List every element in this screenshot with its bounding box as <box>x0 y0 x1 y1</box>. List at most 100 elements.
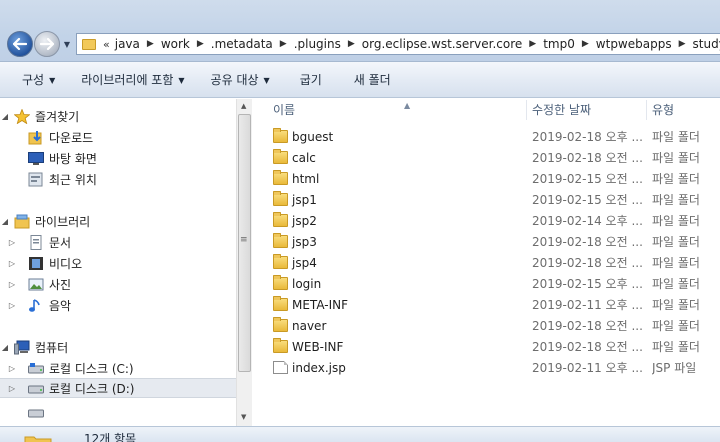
chevron-down-icon: ▼ <box>49 76 56 85</box>
file-name: login <box>292 277 322 291</box>
include-library-label: 라이브러리에 포함 <box>81 73 174 87</box>
share-label: 공유 대상 <box>210 73 259 87</box>
file-row[interactable]: jsp2 2019-02-14 오후 ... 파일 폴더 <box>256 211 720 232</box>
expand-arrow-icon[interactable]: ▷ <box>0 384 24 393</box>
expand-arrow-icon[interactable]: ◢ <box>0 112 10 121</box>
expand-arrow-icon[interactable]: ◢ <box>0 343 10 352</box>
folder-icon <box>273 233 288 248</box>
folder-icon <box>273 296 288 311</box>
nav-item-downloads[interactable]: 다운로드 <box>0 127 236 147</box>
organize-button[interactable]: 구성 ▼ <box>12 67 65 92</box>
nav-item-videos[interactable]: ▷ 비디오 <box>0 253 236 273</box>
organize-label: 구성 <box>22 73 45 87</box>
file-list: 이름 ▲ 수정한 날짜 유형 bguest 2019-02-18 오후 ... 파일… <box>256 99 720 426</box>
breadcrumb-item[interactable]: java <box>115 37 140 51</box>
breadcrumb-separator-icon[interactable]: ▶ <box>672 39 693 49</box>
nav-item-drive-c[interactable]: ▷ 로컬 디스크 (C:) <box>0 358 236 378</box>
file-name: jsp4 <box>292 256 317 270</box>
breadcrumb-overflow[interactable]: « <box>100 38 115 51</box>
breadcrumb-separator-icon[interactable]: ▶ <box>341 39 362 49</box>
nav-item-recent-places[interactable]: 최근 위치 <box>0 169 236 189</box>
file-name: html <box>292 172 320 186</box>
breadcrumb-item[interactable]: study <box>693 37 720 51</box>
breadcrumb-separator-icon[interactable]: ▶ <box>522 39 543 49</box>
breadcrumb-separator-icon[interactable]: ▶ <box>140 39 161 49</box>
breadcrumb-item[interactable]: wtpwebapps <box>596 37 672 51</box>
file-row[interactable]: naver 2019-02-18 오전 ... 파일 폴더 <box>256 316 720 337</box>
share-button[interactable]: 공유 대상 ▼ <box>201 67 280 92</box>
breadcrumb-item[interactable]: .metadata <box>211 37 273 51</box>
breadcrumb-item[interactable]: tmp0 <box>543 37 575 51</box>
expand-arrow-icon[interactable]: ▷ <box>0 301 24 310</box>
new-folder-button[interactable]: 새 폴더 <box>344 67 401 92</box>
breadcrumb-item[interactable]: org.eclipse.wst.server.core <box>362 37 523 51</box>
drive-icon <box>28 405 44 419</box>
expand-arrow-icon[interactable]: ◢ <box>0 217 10 226</box>
folder-icon <box>273 254 288 269</box>
breadcrumb-item[interactable]: .plugins <box>294 37 341 51</box>
file-row[interactable]: jsp4 2019-02-18 오전 ... 파일 폴더 <box>256 253 720 274</box>
expand-arrow-icon[interactable]: ▷ <box>0 280 24 289</box>
grip-icon: ≡ <box>240 235 248 245</box>
file-name: jsp2 <box>292 214 317 228</box>
nav-item-music[interactable]: ▷ 음악 <box>0 295 236 315</box>
file-row[interactable]: WEB-INF 2019-02-18 오전 ... 파일 폴더 <box>256 337 720 358</box>
music-icon <box>28 298 44 312</box>
breadcrumb-separator-icon[interactable]: ▶ <box>190 39 211 49</box>
file-type: 파일 폴더 <box>652 298 700 312</box>
drive-icon <box>28 381 44 395</box>
expand-arrow-icon[interactable]: ▷ <box>0 364 24 373</box>
nav-item-network-partial[interactable] <box>0 402 236 422</box>
folder-icon <box>24 436 52 442</box>
file-row[interactable]: jsp1 2019-02-15 오전 ... 파일 폴더 <box>256 190 720 211</box>
nav-item-desktop[interactable]: 바탕 화면 <box>0 148 236 168</box>
nav-item-label: 로컬 디스크 (C:) <box>49 361 134 376</box>
library-icon <box>14 214 30 229</box>
burn-button[interactable]: 굽기 <box>290 67 332 92</box>
status-bar: 12개 항목 <box>0 426 720 442</box>
column-header-row: 이름 ▲ 수정한 날짜 유형 <box>256 99 720 121</box>
file-row[interactable]: bguest 2019-02-18 오후 ... 파일 폴더 <box>256 127 720 148</box>
navigation-pane: ◢ 즐겨찾기 다운로드 바탕 화면 최근 위치 ◢ 라이브러리 ▷ 문서 ▷ 비… <box>0 99 236 426</box>
nav-libraries-label: 라이브러리 <box>35 214 91 229</box>
breadcrumb-item[interactable]: work <box>161 37 190 51</box>
nav-item-documents[interactable]: ▷ 문서 <box>0 232 236 252</box>
file-row[interactable]: index.jsp 2019-02-11 오후 ... JSP 파일 <box>256 358 720 379</box>
file-date: 2019-02-15 오전 ... <box>532 172 642 186</box>
recent-pages-dropdown[interactable]: ▼ <box>61 35 73 53</box>
nav-item-pictures[interactable]: ▷ 사진 <box>0 274 236 294</box>
include-library-button[interactable]: 라이브러리에 포함 ▼ <box>71 67 194 92</box>
nav-item-drive-d[interactable]: ▷ 로컬 디스크 (D:) <box>0 378 236 398</box>
file-name: META-INF <box>292 298 349 312</box>
file-row[interactable]: META-INF 2019-02-11 오후 ... 파일 폴더 <box>256 295 720 316</box>
file-date: 2019-02-15 오전 ... <box>532 193 642 207</box>
nav-libraries[interactable]: ◢ 라이브러리 <box>0 211 236 231</box>
nav-computer[interactable]: ◢ 컴퓨터 <box>0 337 236 357</box>
breadcrumb-separator-icon[interactable]: ▶ <box>273 39 294 49</box>
expand-arrow-icon[interactable]: ▷ <box>0 238 24 247</box>
file-row[interactable]: html 2019-02-15 오전 ... 파일 폴더 <box>256 169 720 190</box>
file-row[interactable]: calc 2019-02-18 오전 ... 파일 폴더 <box>256 148 720 169</box>
forward-button[interactable] <box>34 31 60 57</box>
breadcrumb-separator-icon[interactable]: ▶ <box>575 39 596 49</box>
scroll-up-icon[interactable]: ▲ <box>241 102 246 110</box>
nav-favorites-label: 즐겨찾기 <box>35 109 80 124</box>
file-date: 2019-02-18 오전 ... <box>532 340 642 354</box>
back-button[interactable] <box>7 31 33 57</box>
folder-icon <box>273 149 288 164</box>
address-box[interactable]: « java ▶ work ▶ .metadata ▶ .plugins ▶ org.eclip… <box>76 33 720 55</box>
column-header-type[interactable]: 유형 <box>647 99 720 121</box>
nav-favorites[interactable]: ◢ 즐겨찾기 <box>0 106 236 126</box>
file-row[interactable]: jsp3 2019-02-18 오전 ... 파일 폴더 <box>256 232 720 253</box>
chevron-down-icon: ▼ <box>263 76 270 85</box>
file-row[interactable]: login 2019-02-15 오후 ... 파일 폴더 <box>256 274 720 295</box>
navigation-scrollbar[interactable]: ▲ ≡ ▼ <box>236 99 252 426</box>
file-date: 2019-02-18 오후 ... <box>532 130 642 144</box>
scroll-down-icon[interactable]: ▼ <box>241 413 246 421</box>
file-date: 2019-02-18 오전 ... <box>532 319 642 333</box>
expand-arrow-icon[interactable]: ▷ <box>0 259 24 268</box>
column-header-name[interactable]: 이름 ▲ <box>268 99 526 121</box>
folder-icon <box>273 317 288 332</box>
column-header-date[interactable]: 수정한 날짜 <box>527 99 645 121</box>
file-type: 파일 폴더 <box>652 172 700 186</box>
